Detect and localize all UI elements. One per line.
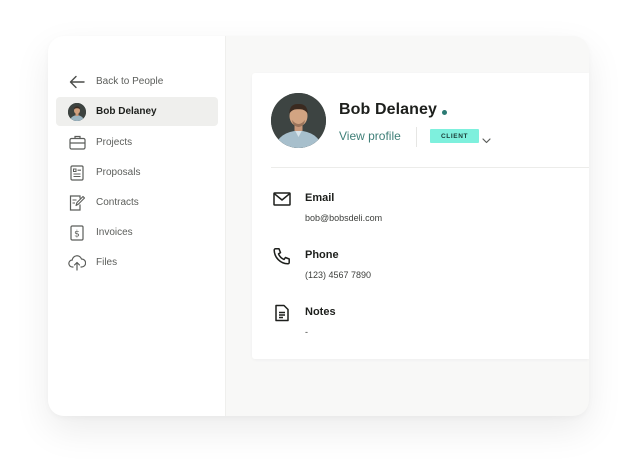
phone-icon [273,247,291,265]
sidebar-item-bob-delaney[interactable]: Bob Delaney [56,97,218,126]
sidebar-item-label: Proposals [96,167,141,178]
proposal-icon [68,164,86,182]
mail-icon [273,190,291,208]
client-badge[interactable]: CLIENT [430,129,480,143]
email-label: Email [305,192,335,204]
phone-label: Phone [305,249,339,261]
notes-label: Notes [305,306,336,318]
chevron-down-icon[interactable] [482,131,491,149]
profile-avatar [271,93,326,148]
arrow-left-icon [68,73,86,91]
profile-card: Bob Delaney View profile CLIENT Email bo… [252,73,589,359]
sidebar-item-label: Contracts [96,197,139,208]
svg-text:$: $ [74,229,80,239]
notes-icon [273,304,291,322]
email-value: bob@bobsdeli.com [305,213,383,223]
back-label: Back to People [96,76,164,87]
notes-value: - [305,327,308,337]
cloud-upload-icon [68,254,86,272]
sidebar: Back to People Bob Delaney Projects Prop… [48,36,226,416]
phone-value: (123) 4567 7890 [305,270,372,280]
sidebar-item-contracts[interactable]: Contracts [56,188,218,217]
sidebar-item-proposals[interactable]: Proposals [56,158,218,187]
sidebar-item-label: Projects [96,137,133,148]
contract-icon [68,194,86,212]
profile-name: Bob Delaney [339,101,438,118]
divider [416,127,417,147]
header-divider [271,167,589,168]
sidebar-item-label: Files [96,257,118,268]
sidebar-item-label: Invoices [96,227,133,238]
sidebar-item-invoices[interactable]: $ Invoices [56,218,218,247]
sidebar-item-projects[interactable]: Projects [56,128,218,157]
status-dot [442,110,447,115]
back-to-people-link[interactable]: Back to People [56,67,218,96]
invoice-icon: $ [68,224,86,242]
sidebar-item-files[interactable]: Files [56,248,218,277]
briefcase-icon [68,134,86,152]
app-window: Back to People Bob Delaney Projects Prop… [48,36,589,416]
view-profile-link[interactable]: View profile [339,129,401,143]
avatar [68,102,86,121]
sidebar-item-label: Bob Delaney [96,106,157,117]
